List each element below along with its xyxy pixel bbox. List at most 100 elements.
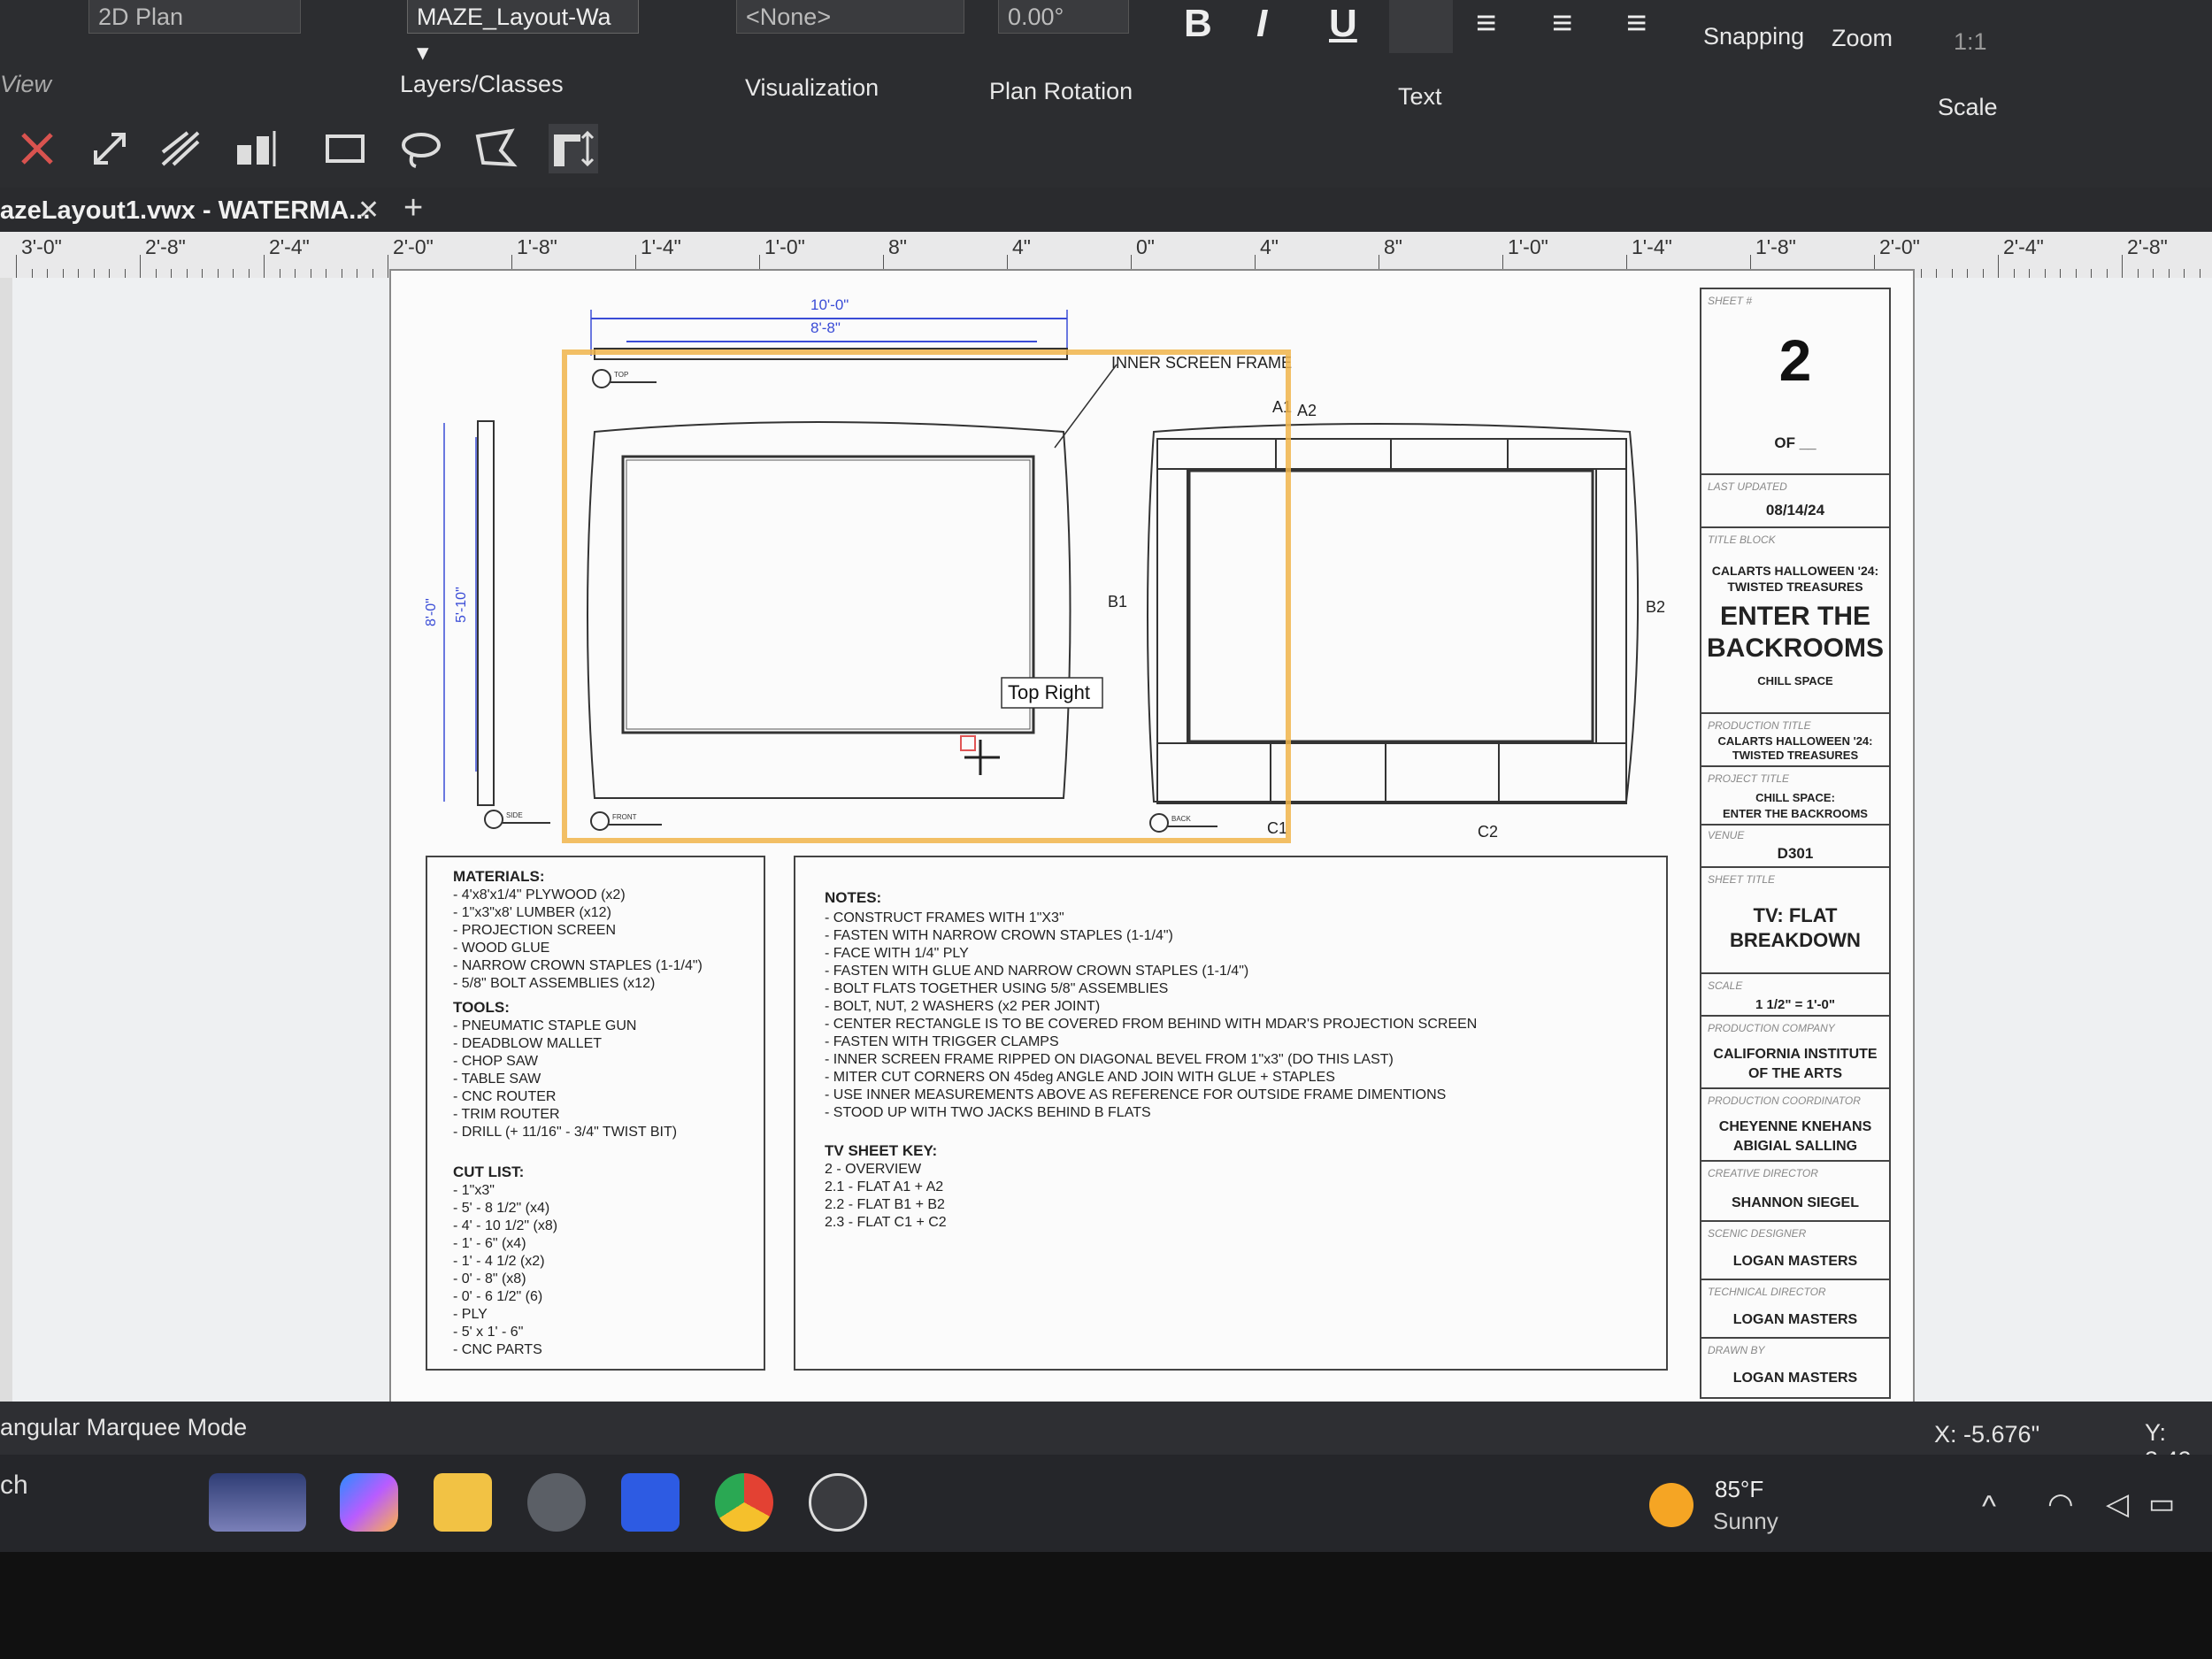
- front-view: INNER SCREEN FRAME: [587, 354, 1292, 799]
- ruler-label: 3'-0": [21, 235, 62, 258]
- ruler-tick: [62, 269, 64, 278]
- dimension-height-inner: 5'-10": [454, 587, 469, 623]
- vertical-ruler: [0, 278, 12, 1402]
- document-tab-title: azeLayout1.vwx - WATERMA...: [0, 196, 371, 225]
- list-line: - MITER CUT CORNERS ON 45deg ANGLE AND J…: [825, 1070, 1335, 1085]
- taskbar-search[interactable]: ch: [0, 1471, 28, 1501]
- tools-heading: TOOLS:: [453, 999, 510, 1016]
- cut-list-heading: CUT LIST:: [453, 1164, 524, 1180]
- plan-dropdown[interactable]: 2D Plan: [88, 0, 301, 34]
- chill-space-label: CHILL SPACE: [1757, 674, 1833, 687]
- sheet-title-label: SHEET TITLE: [1708, 873, 1776, 886]
- ruler-tick: [1936, 269, 1937, 278]
- close-tab-icon[interactable]: ✕: [357, 195, 380, 226]
- venue-label: VENUE: [1708, 829, 1745, 841]
- battery-icon[interactable]: ▭: [2148, 1486, 2175, 1520]
- file-explorer-icon[interactable]: [434, 1473, 492, 1532]
- align-right-icon[interactable]: ≡: [1626, 4, 1647, 43]
- ruler-tick: [93, 269, 95, 278]
- list-line: - 0' - 6 1/2" (6): [453, 1289, 542, 1304]
- ruler-label: 1'-4": [1632, 235, 1672, 258]
- ruler-tick: [47, 269, 48, 278]
- laptop-bezel: [0, 1552, 2212, 1659]
- ruler-tick: [16, 255, 17, 278]
- maya-icon[interactable]: [621, 1473, 680, 1532]
- list-line: - 1"x3": [453, 1183, 495, 1198]
- weather-condition: Sunny: [1713, 1508, 1778, 1534]
- wifi-icon[interactable]: ◠: [2047, 1486, 2074, 1522]
- sheet-title-line2: BREAKDOWN: [1730, 929, 1861, 951]
- volume-icon[interactable]: ◁: [2106, 1486, 2129, 1522]
- ruler-tick: [217, 269, 219, 278]
- list-line: - CENTER RECTANGLE IS TO BE COVERED FROM…: [825, 1017, 1477, 1032]
- underline-button[interactable]: U: [1329, 2, 1357, 46]
- sheet-drawing: 10'-0" 8'-8" 8'-0" 5'-10" INNER SCREEN F…: [424, 288, 1891, 1399]
- align-tool-icon[interactable]: [232, 124, 281, 173]
- resize-tool-icon[interactable]: [85, 124, 134, 173]
- list-line: - FACE WITH 1/4" PLY: [825, 946, 969, 961]
- chevron-up-icon[interactable]: ^: [1982, 1490, 1996, 1525]
- dimension-top: 10'-0" 8'-8": [590, 296, 1068, 356]
- vectorworks-icon[interactable]: [809, 1473, 867, 1532]
- snap-tooltip-text: Top Right: [1008, 681, 1090, 703]
- text-color-swatch[interactable]: [1389, 0, 1453, 53]
- list-line: - BOLT, NUT, 2 WASHERS (x2 PER JOINT): [825, 999, 1100, 1014]
- section-tool-icon[interactable]: [549, 124, 598, 173]
- label-a2: A2: [1297, 402, 1317, 419]
- venue-value: D301: [1778, 845, 1814, 862]
- rectangle-marquee-icon[interactable]: [320, 124, 370, 173]
- list-line: - FASTEN WITH NARROW CROWN STAPLES (1-1/…: [825, 928, 1173, 943]
- title-block: SHEET # 2 OF __ LAST UPDATED 08/14/24 TI…: [1700, 288, 1891, 1399]
- show-title-line1: CALARTS HALLOWEEN '24:: [1712, 564, 1878, 578]
- x-coordinate: X: -5.676": [1934, 1421, 2040, 1448]
- big-title-line2: BACKROOMS: [1707, 634, 1884, 663]
- ruler-tick: [2168, 269, 2170, 278]
- list-line: - INNER SCREEN FRAME RIPPED ON DIAGONAL …: [825, 1052, 1394, 1067]
- scale-value[interactable]: 1:1: [1954, 28, 1987, 56]
- ruler-tick: [1998, 255, 1999, 278]
- ruler-tick: [186, 269, 188, 278]
- app-icon[interactable]: [527, 1473, 586, 1532]
- reshape-tool-icon[interactable]: [156, 124, 205, 173]
- rotation-input[interactable]: 0.00°: [998, 0, 1129, 34]
- widgets-icon[interactable]: [209, 1473, 306, 1532]
- bold-button[interactable]: B: [1184, 2, 1212, 46]
- scale-title-value: 1 1/2" = 1'-0": [1755, 997, 1835, 1012]
- production-coordinator-line1: CHEYENNE KNEHANS: [1719, 1119, 1872, 1134]
- delete-tool-icon[interactable]: [12, 124, 62, 173]
- ruler-label: 2'-0": [1879, 235, 1920, 258]
- layer-dropdown[interactable]: MAZE_Layout-Wa ▾: [407, 0, 639, 65]
- list-line: - 5/8" BOLT ASSEMBLIES (x12): [453, 976, 655, 991]
- lasso-tool-icon[interactable]: [396, 124, 446, 173]
- ruler-tick: [2091, 269, 2092, 278]
- copilot-icon[interactable]: [340, 1473, 398, 1532]
- document-tab[interactable]: azeLayout1.vwx - WATERMA...: [0, 188, 370, 234]
- technical-director-value: LOGAN MASTERS: [1733, 1312, 1858, 1327]
- align-center-icon[interactable]: ≡: [1552, 4, 1572, 43]
- view-front-label: FRONT: [612, 813, 637, 821]
- class-dropdown[interactable]: <None>: [736, 0, 964, 34]
- inner-screen-frame-label: INNER SCREEN FRAME: [1111, 354, 1292, 372]
- list-line: - FASTEN WITH GLUE AND NARROW CROWN STAP…: [825, 964, 1248, 979]
- ruler-tick: [1951, 269, 1953, 278]
- cut-list: - 1"x3" - 5' - 8 1/2" (x4) - 4' - 10 1/2" …: [453, 1183, 557, 1357]
- zoom-button[interactable]: Zoom: [1832, 25, 1893, 52]
- snapping-button[interactable]: Snapping: [1703, 23, 1804, 50]
- ruler-tick: [202, 269, 203, 278]
- production-company-label: PRODUCTION COMPANY: [1708, 1022, 1836, 1034]
- status-bar: angular Marquee Mode X: -5.676" Y: 3.42: [0, 1402, 2212, 1473]
- ruler-tick: [233, 269, 234, 278]
- add-tab-icon[interactable]: +: [403, 189, 423, 227]
- ruler-tick: [2184, 269, 2185, 278]
- ruler-tick: [295, 269, 296, 278]
- chrome-icon[interactable]: [715, 1473, 773, 1532]
- ribbon-toolbar: 2D Plan MAZE_Layout-Wa ▾ <None> 0.00° B …: [0, 0, 2212, 199]
- italic-button[interactable]: I: [1256, 2, 1267, 46]
- layer-dropdown-value: MAZE_Layout-Wa: [417, 4, 611, 30]
- production-title-line1: CALARTS HALLOWEEN '24:: [1718, 734, 1873, 748]
- align-left-icon[interactable]: ≡: [1476, 4, 1496, 43]
- dimension-inner: 8'-8": [810, 319, 841, 336]
- label-c1: C1: [1267, 819, 1287, 837]
- list-line: 2.2 - FLAT B1 + B2: [825, 1197, 945, 1212]
- polygon-marquee-icon[interactable]: [471, 124, 520, 173]
